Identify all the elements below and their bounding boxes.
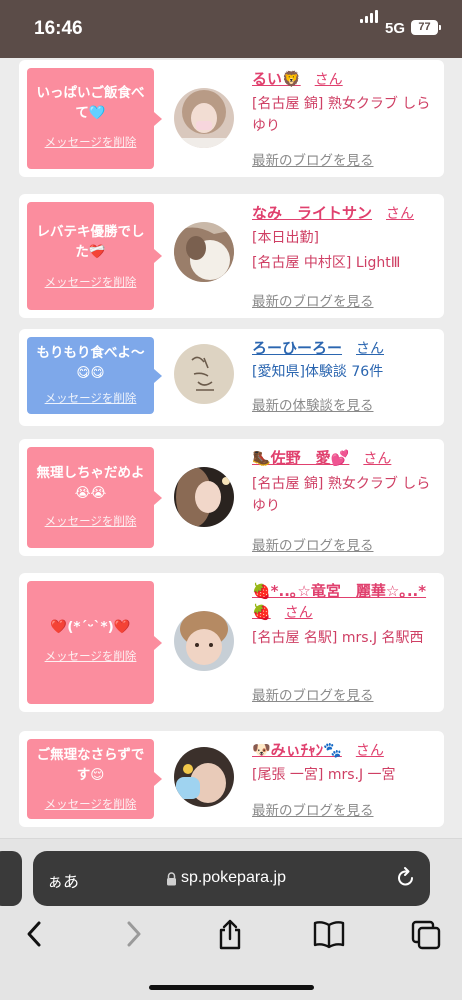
profile-detail: [尾張 一宮] mrs.J 一宮 [252,767,396,783]
avatar-photo [174,88,234,148]
bookmarks-icon[interactable] [312,919,346,953]
latest-blog-link[interactable]: 最新のブログを見る [252,534,374,554]
lock-icon [166,871,177,890]
profile-name: 🐶みぃﾁｬﾝ🐾 [252,741,342,759]
message-text: レバテキ優勝でした❤️‍🩹 [36,224,145,260]
message-card: ご無理なさらずです😌 メッセージを削除 🐶みぃﾁｬﾝ🐾 さん [尾張 一宮] mr… [19,731,444,827]
bubble-tail [154,635,162,650]
reload-icon[interactable] [396,866,416,892]
message-text: 無理しちゃだめよ😭😭 [36,465,145,501]
latest-blog-link[interactable]: 最新のブログを見る [252,799,374,819]
previous-tab[interactable] [0,851,22,906]
home-indicator [149,985,314,990]
tabs-icon[interactable] [410,919,442,955]
latest-blog-link[interactable]: 最新のブログを見る [252,684,374,704]
message-bubble: レバテキ優勝でした❤️‍🩹 メッセージを削除 [27,202,162,310]
message-text: もりもり食べよ〜😋😋 [36,345,145,381]
honorific: さん [314,72,343,88]
avatar-photo [174,344,234,404]
message-bubble: いっぱいご飯食べて🩵 メッセージを削除 [27,68,162,169]
message-card: いっぱいご飯食べて🩵 メッセージを削除 るい🦁 さん [名古屋 錦] 熟女クラブ … [19,60,444,177]
profile-name-link[interactable]: るい🦁 さん [252,68,343,89]
profile-detail: [名古屋 中村区] LightⅢ [252,255,401,271]
profile-detail: [名古屋 名駅] mrs.J 名駅西 [252,630,424,646]
bubble-tail [154,772,162,786]
profile-detail: [本日出勤] [252,230,319,246]
battery-nub [439,25,441,30]
profile-detail: [名古屋 錦] 熟女クラブ しらゆり [252,476,431,514]
honorific: さん [356,341,385,357]
back-icon[interactable] [24,919,44,953]
honorific: さん [355,743,384,759]
honorific: さん [284,605,313,621]
latest-blog-link[interactable]: 最新のブログを見る [252,149,374,169]
profile-detail: [愛知県]体験談 76件 [252,364,384,380]
message-card: ❤️(*´ᵕ`*)❤️ メッセージを削除 🍓*..｡☆竜宮 麗華☆｡..*🍓 さん… [19,573,444,712]
avatar-photo [174,222,234,282]
message-card: もりもり食べよ〜😋😋 メッセージを削除 ろーひーろー さん [愛知県]体験談 76… [19,329,444,426]
profile-name: なみ ライトサン [252,204,373,222]
message-bubble: 無理しちゃだめよ😭😭 メッセージを削除 [27,447,162,548]
delete-message-link[interactable]: メッセージを削除 [27,390,154,406]
message-bubble: もりもり食べよ〜😋😋 メッセージを削除 [27,337,162,414]
latest-review-link[interactable]: 最新の体験談を見る [252,394,374,414]
avatar[interactable] [174,747,234,807]
status-time: 16:46 [34,18,83,39]
bubble-tail [154,111,162,126]
profile-name-link[interactable]: なみ ライトサン さん [252,202,414,223]
profile-name-link[interactable]: 🥾佐野 愛💕 さん [252,447,391,468]
profile-name: ろーひーろー [252,339,343,357]
bubble-tail [154,368,162,383]
avatar-photo [174,467,234,527]
bubble-tail [154,490,162,505]
avatar-photo [174,611,234,671]
profile-name: るい🦁 [252,70,301,88]
message-text: ❤️(*´ᵕ`*)❤️ [50,619,131,635]
network-label: 5G [385,20,406,37]
message-text: いっぱいご飯食べて🩵 [36,85,145,121]
avatar[interactable] [174,344,234,404]
status-bar: 16:46 5G 77 [0,0,462,58]
avatar-photo [174,747,234,807]
latest-blog-link[interactable]: 最新のブログを見る [252,290,374,310]
address-bar[interactable]: ぁあ sp.pokepara.jp [33,851,430,906]
forward-icon[interactable] [124,919,144,953]
avatar[interactable] [174,467,234,527]
delete-message-link[interactable]: メッセージを削除 [27,513,154,529]
delete-message-link[interactable]: メッセージを削除 [27,648,154,664]
profile-name: 🥾佐野 愛💕 [252,449,350,467]
message-bubble: ご無理なさらずです😌 メッセージを削除 [27,739,162,819]
message-card: レバテキ優勝でした❤️‍🩹 メッセージを削除 なみ ライトサン さん [本日出勤]… [19,194,444,318]
honorific: さん [386,206,415,222]
profile-name: 🍓*..｡☆竜宮 麗華☆｡..*🍓 [252,582,427,621]
avatar[interactable] [174,611,234,671]
battery-icon: 77 [411,20,438,35]
message-text: ご無理なさらずです😌 [36,747,145,783]
profile-name-link[interactable]: ろーひーろー さん [252,337,384,358]
delete-message-link[interactable]: メッセージを削除 [27,274,154,290]
profile-name-link[interactable]: 🍓*..｡☆竜宮 麗華☆｡..*🍓 さん [252,581,437,624]
delete-message-link[interactable]: メッセージを削除 [27,796,154,812]
bubble-tail [154,249,162,263]
profile-name-link[interactable]: 🐶みぃﾁｬﾝ🐾 さん [252,739,384,760]
share-icon[interactable] [216,919,244,955]
message-bubble: ❤️(*´ᵕ`*)❤️ メッセージを削除 [27,581,162,704]
avatar[interactable] [174,88,234,148]
url-text[interactable]: sp.pokepara.jp [181,869,286,887]
reader-options-button[interactable]: ぁあ [47,868,79,892]
browser-toolbar: ぁあ sp.pokepara.jp [0,838,462,1000]
honorific: さん [363,451,392,467]
profile-detail: [名古屋 錦] 熟女クラブ しらゆり [252,96,431,134]
avatar[interactable] [174,222,234,282]
delete-message-link[interactable]: メッセージを削除 [27,134,154,150]
message-card: 無理しちゃだめよ😭😭 メッセージを削除 🥾佐野 愛💕 さん [名古屋 錦] 熟女ク… [19,439,444,556]
